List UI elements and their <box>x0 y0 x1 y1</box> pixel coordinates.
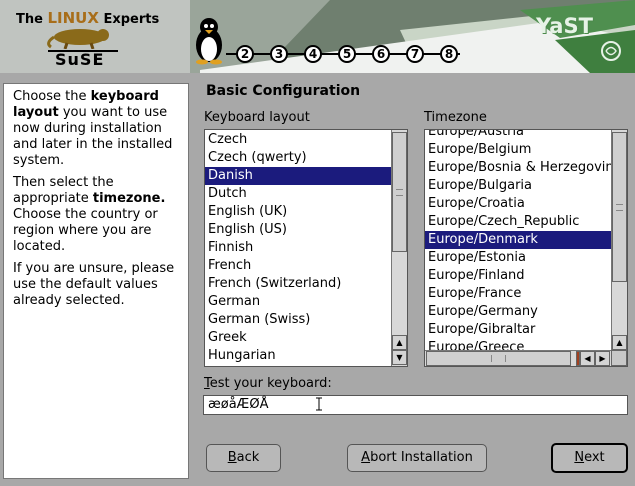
text-cursor-icon <box>316 397 322 411</box>
timezone-list[interactable]: Europe/Austria Europe/Belgium Europe/Bosni… <box>424 129 628 367</box>
step-2-indicator: 2 <box>236 45 254 63</box>
suse-logo-text: SuSE <box>55 50 105 69</box>
help-pane: Choose the keyboard layout you want to u… <box>3 83 189 479</box>
timezone-option[interactable]: Europe/Estonia <box>425 249 611 267</box>
timezone-list-scrollbar[interactable]: ▲ ▼ <box>611 130 627 366</box>
test-keyboard-label: Test your keyboard: <box>204 376 332 391</box>
test-keyboard-value: æøåÆØÅ <box>208 397 269 412</box>
step-3-indicator: 3 <box>270 45 288 63</box>
timezone-scroll-thumb[interactable] <box>612 132 627 282</box>
yast-logo-text: YaST <box>536 14 593 38</box>
timezone-option[interactable]: Europe/Czech_Republic <box>425 213 611 231</box>
next-button[interactable]: Next <box>551 443 628 473</box>
keyboard-layout-option[interactable]: English (US) <box>205 221 391 239</box>
keyboard-scroll-up-button[interactable]: ▲ <box>392 335 407 350</box>
timezone-hscroll-thumb[interactable] <box>426 351 571 366</box>
keyboard-layout-option[interactable]: French <box>205 257 391 275</box>
help-paragraph-defaults: If you are unsure, please use the defaul… <box>13 261 175 308</box>
keyboard-layout-option[interactable]: German (Swiss) <box>205 311 391 329</box>
keyboard-layout-option[interactable]: Hungarian <box>205 347 391 365</box>
keyboard-layout-option[interactable]: Czech <box>205 131 391 149</box>
back-button[interactable]: Back <box>206 444 281 472</box>
timezone-option[interactable]: Europe/Greece <box>425 339 611 350</box>
keyboard-layout-option[interactable]: Finnish <box>205 239 391 257</box>
timezone-scroll-right-button[interactable]: ▶ <box>595 351 610 366</box>
keyboard-scroll-thumb[interactable] <box>392 132 407 252</box>
keyboard-layout-option[interactable]: German <box>205 293 391 311</box>
keyboard-layout-option[interactable]: French (Switzerland) <box>205 275 391 293</box>
timezone-items: Europe/Austria Europe/Belgium Europe/Bosni… <box>425 130 611 350</box>
timezone-option[interactable]: Europe/Denmark <box>425 231 611 249</box>
page-title: Basic Configuration <box>206 83 361 99</box>
timezone-scroll-up-button[interactable]: ▲ <box>612 335 627 350</box>
timezone-option[interactable]: Europe/France <box>425 285 611 303</box>
keyboard-layout-label: Keyboard layout <box>204 110 310 125</box>
keyboard-list-scrollbar[interactable]: ▲ ▼ <box>391 130 407 366</box>
keyboard-layout-items: Czech Czech (qwerty) Danish Dutch English (U… <box>205 131 391 366</box>
timezone-horizontal-scrollbar[interactable]: ◀ ▶ <box>425 350 611 366</box>
timezone-option[interactable]: Europe/Gibraltar <box>425 321 611 339</box>
abort-installation-button[interactable]: Abort Installation <box>347 444 487 472</box>
keyboard-layout-option[interactable]: Czech (qwerty) <box>205 149 391 167</box>
keyboard-layout-option[interactable]: Dutch <box>205 185 391 203</box>
yast-swirl-icon <box>601 41 621 61</box>
timezone-option[interactable]: Europe/Bulgaria <box>425 177 611 195</box>
keyboard-layout-list[interactable]: Czech Czech (qwerty) Danish Dutch English (U… <box>204 129 408 367</box>
keyboard-layout-option[interactable]: Greek <box>205 329 391 347</box>
step-5-indicator: 5 <box>338 45 356 63</box>
step-4-indicator: 4 <box>304 45 322 63</box>
tux-penguin-icon <box>196 18 222 65</box>
step-7-indicator: 7 <box>406 45 424 63</box>
step-8-indicator: 8 <box>440 45 458 63</box>
timezone-option[interactable]: Europe/Croatia <box>425 195 611 213</box>
keyboard-layout-option[interactable]: Danish <box>205 167 391 185</box>
step-6-indicator: 6 <box>372 45 390 63</box>
timezone-option[interactable]: Europe/Finland <box>425 267 611 285</box>
help-paragraph-keyboard: Choose the keyboard layout you want to u… <box>13 89 173 168</box>
timezone-option[interactable]: Europe/Austria <box>425 130 611 141</box>
timezone-option[interactable]: Europe/Bosnia & Herzegovina <box>425 159 611 177</box>
timezone-option[interactable]: Europe/Belgium <box>425 141 611 159</box>
header-banner: The LINUX Experts SuSE 2 3 4 5 6 7 8 YaS… <box>0 0 635 73</box>
timezone-label: Timezone <box>424 110 487 125</box>
help-paragraph-timezone: Then select the appropriate timezone. Ch… <box>13 175 166 254</box>
keyboard-scroll-down-button[interactable]: ▼ <box>392 350 407 365</box>
test-keyboard-input[interactable]: æøåÆØÅ <box>203 395 628 415</box>
timezone-option[interactable]: Europe/Germany <box>425 303 611 321</box>
scroll-corner <box>611 350 627 366</box>
keyboard-layout-option[interactable]: English (UK) <box>205 203 391 221</box>
chameleon-logo-icon <box>47 29 109 49</box>
timezone-scroll-left-button[interactable]: ◀ <box>580 351 595 366</box>
